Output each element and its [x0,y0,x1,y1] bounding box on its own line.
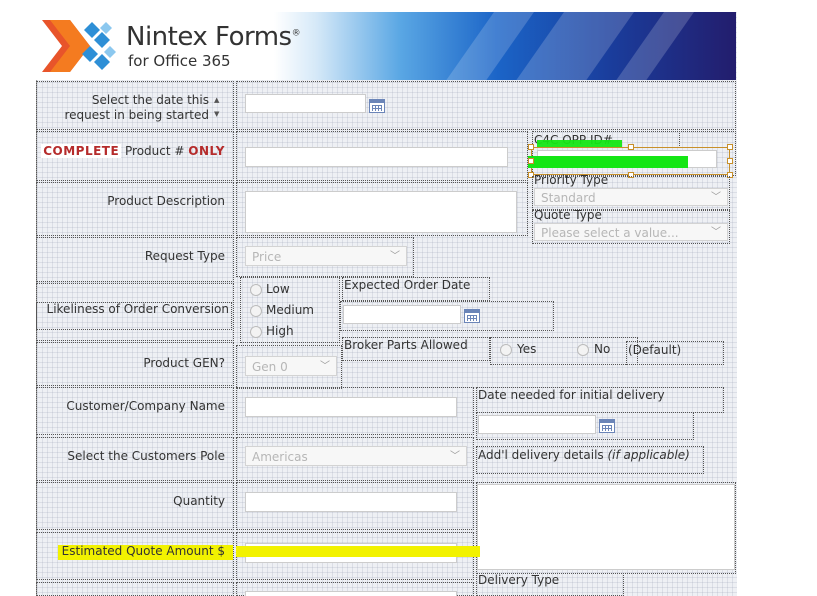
product-description-label-cell [36,182,234,236]
product-number-label: COMPLETE Product # ONLY [41,144,225,158]
likeliness-radio-high[interactable] [250,326,262,338]
product-description-textarea[interactable] [245,191,517,233]
chevron-down-icon: ﹀ [320,361,330,372]
date-needed-input[interactable] [478,415,596,434]
broker-radio-no[interactable] [577,344,589,356]
customer-input[interactable] [245,397,457,417]
brand-title: Nintex Forms® [126,22,301,52]
addl-delivery-textarea[interactable] [477,484,735,570]
request-date-label: Select the date this request in being st… [64,93,209,122]
broker-radio-yes[interactable] [500,344,512,356]
addl-delivery-label: Add'l delivery details (if applicable) [478,448,690,462]
brand-subtitle: for Office 365 [128,52,231,70]
selection-handle[interactable] [727,158,733,164]
product-description-label: Product Description [107,194,225,208]
estimated-quote-input-highlight [236,546,480,557]
priority-type-select[interactable]: Standard ﹀ [534,188,728,206]
product-gen-label: Product GEN? [143,356,225,370]
chevron-down-icon: ﹀ [450,451,460,462]
broker-default-note: (Default) [628,343,682,357]
product-number-input[interactable] [245,147,508,167]
likeliness-option-high: High [266,324,294,338]
broker-parts-options-cell [490,337,638,365]
date-needed-label: Date needed for initial delivery [478,388,665,402]
chevron-down-icon: ﹀ [711,227,721,238]
quote-type-select[interactable]: Please select a value... ﹀ [534,223,728,241]
selection-handle[interactable] [628,144,634,150]
estimated-quote-label: Estimated Quote Amount $ [61,544,225,558]
customers-pole-label: Select the Customers Pole [67,449,225,463]
likeliness-option-low: Low [266,282,290,296]
expected-order-date-label: Expected Order Date [344,278,471,292]
customer-label: Customer/Company Name [66,399,225,413]
calendar-icon[interactable] [599,419,615,433]
likeliness-radio-low[interactable] [250,284,262,296]
likeliness-radio-medium[interactable] [250,305,262,317]
form-header-banner: Nintex Forms® for Office 365 [36,12,736,80]
likeliness-label: Likeliness of Order Conversion [46,302,229,316]
calendar-icon[interactable] [464,309,480,323]
broker-parts-label: Broker Parts Allowed [344,338,468,352]
quote-type-label: Quote Type [534,208,602,222]
c4c-value-highlight [528,156,688,168]
selection-handle[interactable] [727,144,733,150]
customers-pole-select[interactable]: Americas ﹀ [245,446,467,466]
likeliness-option-medium: Medium [266,303,314,317]
quantity-label: Quantity [173,494,225,508]
label-spin-down-icon: ▼ [214,110,220,118]
selection-handle[interactable] [528,158,534,164]
priority-type-label: Priority Type [534,173,609,187]
chevron-down-icon: ﹀ [390,251,400,262]
quantity-input[interactable] [245,492,457,512]
next-row-label-cell [36,582,234,596]
label-spin-up-icon: ▲ [214,96,220,104]
next-row-input[interactable] [245,591,457,596]
request-type-label: Request Type [144,249,225,263]
expected-order-date-input[interactable] [343,305,461,324]
delivery-type-label: Delivery Type [478,573,560,587]
broker-option-yes: Yes [517,342,537,356]
chevron-down-icon: ﹀ [711,192,721,203]
selection-handle[interactable] [528,144,534,150]
request-type-select[interactable]: Price ﹀ [245,246,407,266]
product-gen-select[interactable]: Gen 0 ﹀ [245,356,337,376]
request-date-input[interactable] [245,94,366,113]
nintex-logo-icon [42,20,116,72]
calendar-icon[interactable] [369,99,385,113]
broker-option-no: No [594,342,611,356]
